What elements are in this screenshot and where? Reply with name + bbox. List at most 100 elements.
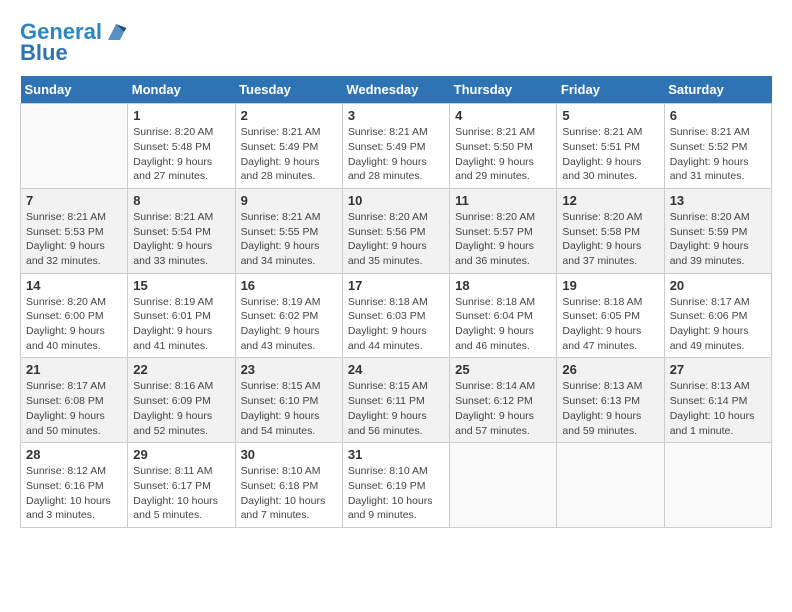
- calendar-cell: 4 Sunrise: 8:21 AM Sunset: 5:50 PM Dayli…: [450, 104, 557, 189]
- calendar-cell: 7 Sunrise: 8:21 AM Sunset: 5:53 PM Dayli…: [21, 188, 128, 273]
- day-number: 20: [670, 278, 766, 293]
- day-number: 31: [348, 447, 444, 462]
- calendar-cell: 23 Sunrise: 8:15 AM Sunset: 6:10 PM Dayl…: [235, 358, 342, 443]
- day-info: Sunrise: 8:13 AM Sunset: 6:13 PM Dayligh…: [562, 379, 658, 438]
- calendar-cell: 25 Sunrise: 8:14 AM Sunset: 6:12 PM Dayl…: [450, 358, 557, 443]
- day-number: 24: [348, 362, 444, 377]
- day-number: 27: [670, 362, 766, 377]
- day-info: Sunrise: 8:15 AM Sunset: 6:10 PM Dayligh…: [241, 379, 337, 438]
- calendar-week-row: 1 Sunrise: 8:20 AM Sunset: 5:48 PM Dayli…: [21, 104, 772, 189]
- calendar-cell: 24 Sunrise: 8:15 AM Sunset: 6:11 PM Dayl…: [342, 358, 449, 443]
- day-info: Sunrise: 8:21 AM Sunset: 5:51 PM Dayligh…: [562, 125, 658, 184]
- calendar-cell: 6 Sunrise: 8:21 AM Sunset: 5:52 PM Dayli…: [664, 104, 771, 189]
- calendar-cell: 14 Sunrise: 8:20 AM Sunset: 6:00 PM Dayl…: [21, 273, 128, 358]
- day-info: Sunrise: 8:17 AM Sunset: 6:08 PM Dayligh…: [26, 379, 122, 438]
- calendar-cell: [557, 443, 664, 528]
- calendar-cell: 29 Sunrise: 8:11 AM Sunset: 6:17 PM Dayl…: [128, 443, 235, 528]
- weekday-header-row: SundayMondayTuesdayWednesdayThursdayFrid…: [21, 76, 772, 104]
- calendar-cell: 1 Sunrise: 8:20 AM Sunset: 5:48 PM Dayli…: [128, 104, 235, 189]
- calendar-week-row: 14 Sunrise: 8:20 AM Sunset: 6:00 PM Dayl…: [21, 273, 772, 358]
- calendar-cell: 10 Sunrise: 8:20 AM Sunset: 5:56 PM Dayl…: [342, 188, 449, 273]
- day-number: 19: [562, 278, 658, 293]
- day-info: Sunrise: 8:21 AM Sunset: 5:53 PM Dayligh…: [26, 210, 122, 269]
- day-info: Sunrise: 8:16 AM Sunset: 6:09 PM Dayligh…: [133, 379, 229, 438]
- day-info: Sunrise: 8:17 AM Sunset: 6:06 PM Dayligh…: [670, 295, 766, 354]
- day-info: Sunrise: 8:20 AM Sunset: 6:00 PM Dayligh…: [26, 295, 122, 354]
- calendar-cell: 13 Sunrise: 8:20 AM Sunset: 5:59 PM Dayl…: [664, 188, 771, 273]
- day-number: 29: [133, 447, 229, 462]
- day-info: Sunrise: 8:20 AM Sunset: 5:59 PM Dayligh…: [670, 210, 766, 269]
- day-number: 2: [241, 108, 337, 123]
- day-number: 10: [348, 193, 444, 208]
- day-info: Sunrise: 8:19 AM Sunset: 6:01 PM Dayligh…: [133, 295, 229, 354]
- day-number: 26: [562, 362, 658, 377]
- calendar-cell: 16 Sunrise: 8:19 AM Sunset: 6:02 PM Dayl…: [235, 273, 342, 358]
- day-number: 17: [348, 278, 444, 293]
- day-info: Sunrise: 8:21 AM Sunset: 5:50 PM Dayligh…: [455, 125, 551, 184]
- day-number: 13: [670, 193, 766, 208]
- day-number: 18: [455, 278, 551, 293]
- logo: General Blue: [20, 20, 128, 66]
- day-number: 3: [348, 108, 444, 123]
- calendar-cell: 8 Sunrise: 8:21 AM Sunset: 5:54 PM Dayli…: [128, 188, 235, 273]
- calendar-week-row: 28 Sunrise: 8:12 AM Sunset: 6:16 PM Dayl…: [21, 443, 772, 528]
- calendar-week-row: 7 Sunrise: 8:21 AM Sunset: 5:53 PM Dayli…: [21, 188, 772, 273]
- day-number: 30: [241, 447, 337, 462]
- calendar-cell: 17 Sunrise: 8:18 AM Sunset: 6:03 PM Dayl…: [342, 273, 449, 358]
- day-info: Sunrise: 8:21 AM Sunset: 5:49 PM Dayligh…: [348, 125, 444, 184]
- day-number: 5: [562, 108, 658, 123]
- day-number: 6: [670, 108, 766, 123]
- calendar-cell: [664, 443, 771, 528]
- calendar-cell: 28 Sunrise: 8:12 AM Sunset: 6:16 PM Dayl…: [21, 443, 128, 528]
- day-info: Sunrise: 8:13 AM Sunset: 6:14 PM Dayligh…: [670, 379, 766, 438]
- day-info: Sunrise: 8:21 AM Sunset: 5:52 PM Dayligh…: [670, 125, 766, 184]
- day-info: Sunrise: 8:20 AM Sunset: 5:57 PM Dayligh…: [455, 210, 551, 269]
- weekday-header-sunday: Sunday: [21, 76, 128, 104]
- day-number: 1: [133, 108, 229, 123]
- day-number: 4: [455, 108, 551, 123]
- day-number: 22: [133, 362, 229, 377]
- day-number: 7: [26, 193, 122, 208]
- weekday-header-friday: Friday: [557, 76, 664, 104]
- day-number: 9: [241, 193, 337, 208]
- calendar-cell: 12 Sunrise: 8:20 AM Sunset: 5:58 PM Dayl…: [557, 188, 664, 273]
- day-info: Sunrise: 8:20 AM Sunset: 5:48 PM Dayligh…: [133, 125, 229, 184]
- calendar-cell: 3 Sunrise: 8:21 AM Sunset: 5:49 PM Dayli…: [342, 104, 449, 189]
- logo-icon: [104, 20, 128, 44]
- day-info: Sunrise: 8:21 AM Sunset: 5:55 PM Dayligh…: [241, 210, 337, 269]
- page-header: General Blue: [20, 20, 772, 66]
- calendar-cell: 30 Sunrise: 8:10 AM Sunset: 6:18 PM Dayl…: [235, 443, 342, 528]
- weekday-header-saturday: Saturday: [664, 76, 771, 104]
- day-number: 15: [133, 278, 229, 293]
- day-info: Sunrise: 8:20 AM Sunset: 5:56 PM Dayligh…: [348, 210, 444, 269]
- calendar-cell: 26 Sunrise: 8:13 AM Sunset: 6:13 PM Dayl…: [557, 358, 664, 443]
- weekday-header-tuesday: Tuesday: [235, 76, 342, 104]
- calendar-cell: 19 Sunrise: 8:18 AM Sunset: 6:05 PM Dayl…: [557, 273, 664, 358]
- calendar-cell: 2 Sunrise: 8:21 AM Sunset: 5:49 PM Dayli…: [235, 104, 342, 189]
- day-number: 8: [133, 193, 229, 208]
- calendar-cell: 5 Sunrise: 8:21 AM Sunset: 5:51 PM Dayli…: [557, 104, 664, 189]
- day-info: Sunrise: 8:20 AM Sunset: 5:58 PM Dayligh…: [562, 210, 658, 269]
- day-info: Sunrise: 8:21 AM Sunset: 5:49 PM Dayligh…: [241, 125, 337, 184]
- day-info: Sunrise: 8:10 AM Sunset: 6:19 PM Dayligh…: [348, 464, 444, 523]
- day-number: 12: [562, 193, 658, 208]
- calendar-cell: 21 Sunrise: 8:17 AM Sunset: 6:08 PM Dayl…: [21, 358, 128, 443]
- day-info: Sunrise: 8:19 AM Sunset: 6:02 PM Dayligh…: [241, 295, 337, 354]
- calendar-cell: [21, 104, 128, 189]
- day-info: Sunrise: 8:18 AM Sunset: 6:05 PM Dayligh…: [562, 295, 658, 354]
- day-info: Sunrise: 8:21 AM Sunset: 5:54 PM Dayligh…: [133, 210, 229, 269]
- calendar-cell: 20 Sunrise: 8:17 AM Sunset: 6:06 PM Dayl…: [664, 273, 771, 358]
- calendar-week-row: 21 Sunrise: 8:17 AM Sunset: 6:08 PM Dayl…: [21, 358, 772, 443]
- day-info: Sunrise: 8:10 AM Sunset: 6:18 PM Dayligh…: [241, 464, 337, 523]
- weekday-header-wednesday: Wednesday: [342, 76, 449, 104]
- day-info: Sunrise: 8:12 AM Sunset: 6:16 PM Dayligh…: [26, 464, 122, 523]
- calendar-cell: 9 Sunrise: 8:21 AM Sunset: 5:55 PM Dayli…: [235, 188, 342, 273]
- calendar-cell: 11 Sunrise: 8:20 AM Sunset: 5:57 PM Dayl…: [450, 188, 557, 273]
- day-number: 16: [241, 278, 337, 293]
- calendar-cell: 31 Sunrise: 8:10 AM Sunset: 6:19 PM Dayl…: [342, 443, 449, 528]
- weekday-header-thursday: Thursday: [450, 76, 557, 104]
- weekday-header-monday: Monday: [128, 76, 235, 104]
- day-info: Sunrise: 8:15 AM Sunset: 6:11 PM Dayligh…: [348, 379, 444, 438]
- calendar-cell: 22 Sunrise: 8:16 AM Sunset: 6:09 PM Dayl…: [128, 358, 235, 443]
- day-info: Sunrise: 8:18 AM Sunset: 6:03 PM Dayligh…: [348, 295, 444, 354]
